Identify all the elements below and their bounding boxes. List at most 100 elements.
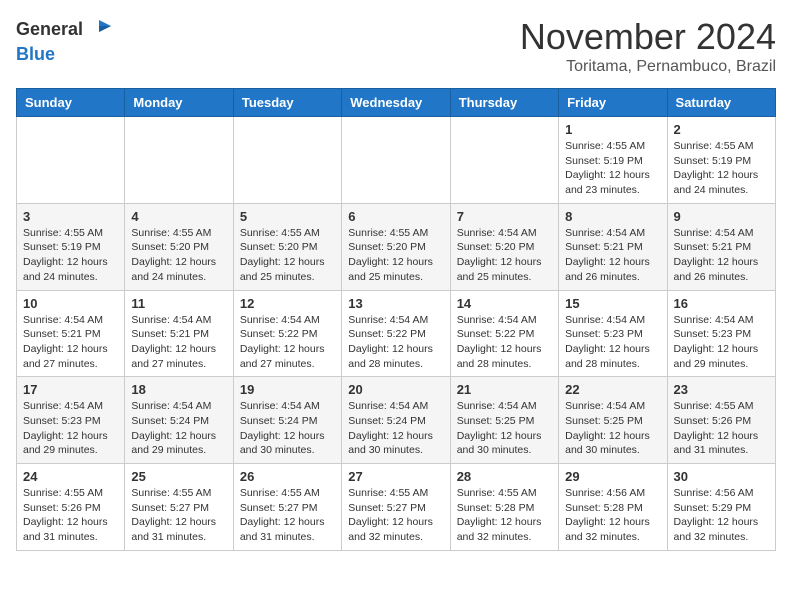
- day-info: Sunrise: 4:54 AM Sunset: 5:22 PM Dayligh…: [240, 313, 335, 372]
- calendar-cell: 14 Sunrise: 4:54 AM Sunset: 5:22 PM Dayli…: [450, 290, 558, 377]
- calendar-cell: 9 Sunrise: 4:54 AM Sunset: 5:21 PM Daylig…: [667, 203, 775, 290]
- calendar-cell: 16 Sunrise: 4:54 AM Sunset: 5:23 PM Dayli…: [667, 290, 775, 377]
- day-info: Sunrise: 4:54 AM Sunset: 5:21 PM Dayligh…: [23, 313, 118, 372]
- day-info: Sunrise: 4:54 AM Sunset: 5:23 PM Dayligh…: [674, 313, 769, 372]
- day-number: 6: [348, 209, 443, 224]
- day-number: 27: [348, 469, 443, 484]
- weekday-header: Tuesday: [233, 89, 341, 117]
- logo-general-text: General: [16, 19, 83, 41]
- day-number: 24: [23, 469, 118, 484]
- day-number: 18: [131, 382, 226, 397]
- weekday-header: Thursday: [450, 89, 558, 117]
- calendar-cell: 24 Sunrise: 4:55 AM Sunset: 5:26 PM Dayli…: [17, 464, 125, 551]
- day-info: Sunrise: 4:55 AM Sunset: 5:27 PM Dayligh…: [131, 486, 226, 545]
- calendar-week-row: 1 Sunrise: 4:55 AM Sunset: 5:19 PM Daylig…: [17, 117, 776, 204]
- day-info: Sunrise: 4:54 AM Sunset: 5:21 PM Dayligh…: [674, 226, 769, 285]
- day-info: Sunrise: 4:55 AM Sunset: 5:19 PM Dayligh…: [23, 226, 118, 285]
- weekday-header: Wednesday: [342, 89, 450, 117]
- calendar-table: SundayMondayTuesdayWednesdayThursdayFrid…: [16, 88, 776, 551]
- day-number: 29: [565, 469, 660, 484]
- day-info: Sunrise: 4:54 AM Sunset: 5:20 PM Dayligh…: [457, 226, 552, 285]
- calendar-header-row: SundayMondayTuesdayWednesdayThursdayFrid…: [17, 89, 776, 117]
- calendar-cell: [342, 117, 450, 204]
- day-number: 19: [240, 382, 335, 397]
- day-number: 2: [674, 122, 769, 137]
- calendar-cell: 5Sunrise: 4:55 AM Sunset: 5:20 PM Daylig…: [233, 203, 341, 290]
- logo-blue-text: Blue: [16, 44, 55, 64]
- day-info: Sunrise: 4:54 AM Sunset: 5:22 PM Dayligh…: [348, 313, 443, 372]
- day-info: Sunrise: 4:54 AM Sunset: 5:21 PM Dayligh…: [565, 226, 660, 285]
- calendar-cell: 25 Sunrise: 4:55 AM Sunset: 5:27 PM Dayli…: [125, 464, 233, 551]
- calendar-cell: [450, 117, 558, 204]
- day-info: Sunrise: 4:55 AM Sunset: 5:28 PM Dayligh…: [457, 486, 552, 545]
- day-info: Sunrise: 4:54 AM Sunset: 5:24 PM Dayligh…: [240, 399, 335, 458]
- day-number: 17: [23, 382, 118, 397]
- calendar-cell: 18 Sunrise: 4:54 AM Sunset: 5:24 PM Dayli…: [125, 377, 233, 464]
- calendar-cell: 2 Sunrise: 4:55 AM Sunset: 5:19 PM Daylig…: [667, 117, 775, 204]
- calendar-cell: 19 Sunrise: 4:54 AM Sunset: 5:24 PM Dayli…: [233, 377, 341, 464]
- day-number: 14: [457, 296, 552, 311]
- day-number: 1: [565, 122, 660, 137]
- day-number: 10: [23, 296, 118, 311]
- day-info: Sunrise: 4:55 AM Sunset: 5:19 PM Dayligh…: [565, 139, 660, 198]
- day-number: 15: [565, 296, 660, 311]
- calendar-cell: 26Sunrise: 4:55 AM Sunset: 5:27 PM Dayli…: [233, 464, 341, 551]
- day-info: Sunrise: 4:54 AM Sunset: 5:23 PM Dayligh…: [23, 399, 118, 458]
- calendar-week-row: 24 Sunrise: 4:55 AM Sunset: 5:26 PM Dayli…: [17, 464, 776, 551]
- calendar-cell: 13Sunrise: 4:54 AM Sunset: 5:22 PM Dayli…: [342, 290, 450, 377]
- day-info: Sunrise: 4:54 AM Sunset: 5:25 PM Dayligh…: [457, 399, 552, 458]
- day-number: 22: [565, 382, 660, 397]
- day-info: Sunrise: 4:55 AM Sunset: 5:26 PM Dayligh…: [23, 486, 118, 545]
- day-info: Sunrise: 4:56 AM Sunset: 5:28 PM Dayligh…: [565, 486, 660, 545]
- calendar-cell: 12 Sunrise: 4:54 AM Sunset: 5:22 PM Dayli…: [233, 290, 341, 377]
- calendar-cell: 17 Sunrise: 4:54 AM Sunset: 5:23 PM Dayli…: [17, 377, 125, 464]
- day-number: 12: [240, 296, 335, 311]
- calendar-cell: 10 Sunrise: 4:54 AM Sunset: 5:21 PM Dayli…: [17, 290, 125, 377]
- calendar-cell: 8 Sunrise: 4:54 AM Sunset: 5:21 PM Daylig…: [559, 203, 667, 290]
- day-info: Sunrise: 4:55 AM Sunset: 5:20 PM Dayligh…: [240, 226, 335, 285]
- day-number: 26: [240, 469, 335, 484]
- calendar-cell: 4Sunrise: 4:55 AM Sunset: 5:20 PM Daylig…: [125, 203, 233, 290]
- calendar-cell: [17, 117, 125, 204]
- calendar-cell: 3 Sunrise: 4:55 AM Sunset: 5:19 PM Daylig…: [17, 203, 125, 290]
- day-number: 11: [131, 296, 226, 311]
- day-info: Sunrise: 4:56 AM Sunset: 5:29 PM Dayligh…: [674, 486, 769, 545]
- day-info: Sunrise: 4:54 AM Sunset: 5:23 PM Dayligh…: [565, 313, 660, 372]
- day-number: 9: [674, 209, 769, 224]
- day-number: 8: [565, 209, 660, 224]
- weekday-header: Monday: [125, 89, 233, 117]
- day-number: 4: [131, 209, 226, 224]
- day-info: Sunrise: 4:55 AM Sunset: 5:27 PM Dayligh…: [348, 486, 443, 545]
- weekday-header: Saturday: [667, 89, 775, 117]
- calendar-cell: 20 Sunrise: 4:54 AM Sunset: 5:24 PM Dayli…: [342, 377, 450, 464]
- day-number: 30: [674, 469, 769, 484]
- calendar-cell: 1 Sunrise: 4:55 AM Sunset: 5:19 PM Daylig…: [559, 117, 667, 204]
- day-number: 21: [457, 382, 552, 397]
- calendar-cell: 15 Sunrise: 4:54 AM Sunset: 5:23 PM Dayli…: [559, 290, 667, 377]
- day-number: 16: [674, 296, 769, 311]
- weekday-header: Friday: [559, 89, 667, 117]
- day-number: 23: [674, 382, 769, 397]
- calendar-cell: 21 Sunrise: 4:54 AM Sunset: 5:25 PM Dayli…: [450, 377, 558, 464]
- calendar-cell: [233, 117, 341, 204]
- month-title: November 2024: [520, 16, 776, 58]
- day-number: 25: [131, 469, 226, 484]
- day-info: Sunrise: 4:55 AM Sunset: 5:19 PM Dayligh…: [674, 139, 769, 198]
- day-info: Sunrise: 4:54 AM Sunset: 5:24 PM Dayligh…: [348, 399, 443, 458]
- calendar-cell: 22Sunrise: 4:54 AM Sunset: 5:25 PM Dayli…: [559, 377, 667, 464]
- day-info: Sunrise: 4:54 AM Sunset: 5:21 PM Dayligh…: [131, 313, 226, 372]
- calendar-week-row: 17 Sunrise: 4:54 AM Sunset: 5:23 PM Dayli…: [17, 377, 776, 464]
- day-number: 20: [348, 382, 443, 397]
- calendar-cell: 11 Sunrise: 4:54 AM Sunset: 5:21 PM Dayli…: [125, 290, 233, 377]
- calendar-cell: 30 Sunrise: 4:56 AM Sunset: 5:29 PM Dayli…: [667, 464, 775, 551]
- logo-flag-icon: [85, 16, 113, 44]
- day-number: 28: [457, 469, 552, 484]
- calendar-cell: [125, 117, 233, 204]
- day-number: 3: [23, 209, 118, 224]
- calendar-week-row: 10 Sunrise: 4:54 AM Sunset: 5:21 PM Dayli…: [17, 290, 776, 377]
- day-info: Sunrise: 4:55 AM Sunset: 5:26 PM Dayligh…: [674, 399, 769, 458]
- day-info: Sunrise: 4:54 AM Sunset: 5:24 PM Dayligh…: [131, 399, 226, 458]
- title-section: November 2024 Toritama, Pernambuco, Braz…: [520, 16, 776, 76]
- calendar-cell: 29 Sunrise: 4:56 AM Sunset: 5:28 PM Dayli…: [559, 464, 667, 551]
- day-info: Sunrise: 4:54 AM Sunset: 5:22 PM Dayligh…: [457, 313, 552, 372]
